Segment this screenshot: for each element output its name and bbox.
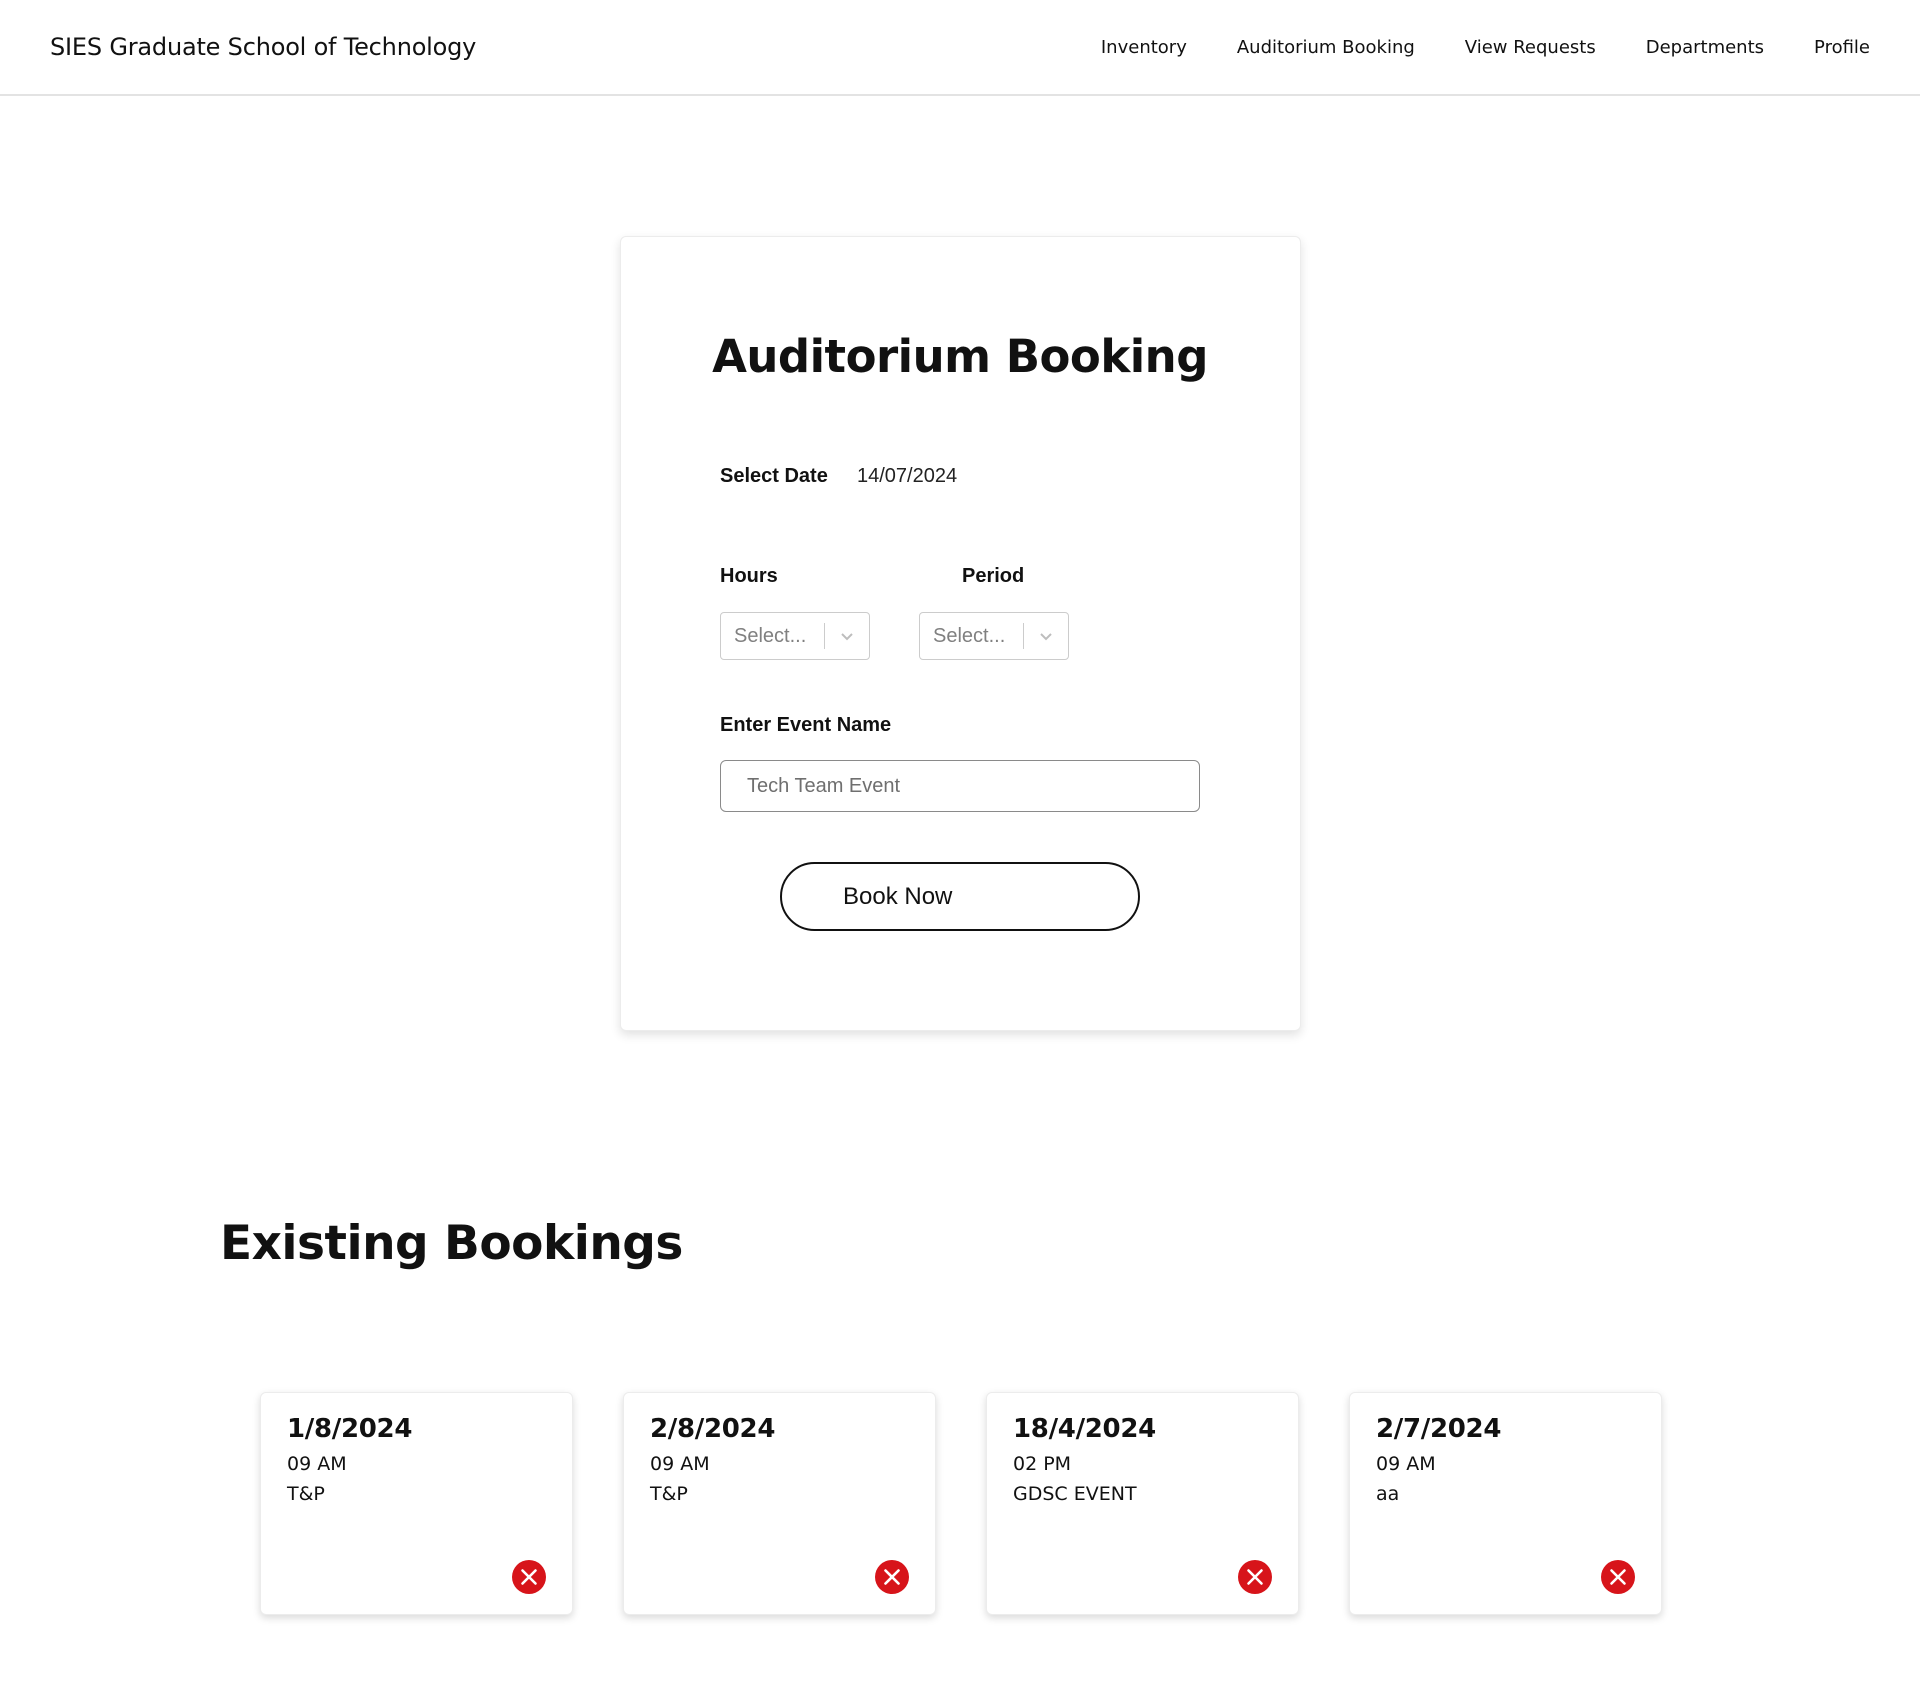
chevron-down-icon[interactable] [1024, 628, 1068, 644]
booking-time: 09 AM [650, 1453, 710, 1475]
booking-card: 2/8/2024 09 AM T&P [623, 1392, 936, 1615]
period-select-placeholder: Select... [933, 624, 1006, 647]
period-label: Period [962, 565, 1025, 587]
bookings-list: 1/8/2024 09 AM T&P 2/8/2024 09 AM T&P 18… [260, 1392, 1662, 1615]
booking-event: T&P [650, 1483, 688, 1505]
booking-date: 2/7/2024 [1376, 1414, 1502, 1444]
existing-bookings-title: Existing Bookings [220, 1216, 683, 1271]
nav-links: Inventory Auditorium Booking View Reques… [1051, 37, 1870, 58]
book-now-button[interactable]: Book Now [780, 862, 1140, 931]
nav-link-profile[interactable]: Profile [1814, 37, 1870, 58]
brand-title: SIES Graduate School of Technology [50, 33, 477, 61]
event-name-label: Enter Event Name [720, 714, 892, 736]
date-picker-value[interactable]: 14/07/2024 [857, 465, 957, 488]
booking-event: T&P [287, 1483, 325, 1505]
booking-event: aa [1376, 1483, 1400, 1505]
page: SIES Graduate School of Technology Inven… [0, 0, 1920, 1687]
booking-card: 1/8/2024 09 AM T&P [260, 1392, 573, 1615]
booking-form-title: Auditorium Booking [712, 330, 1208, 383]
select-date-label: Select Date [720, 465, 828, 487]
nav-link-departments[interactable]: Departments [1646, 37, 1764, 58]
close-circle-icon[interactable] [511, 1559, 547, 1595]
event-name-input[interactable] [720, 760, 1200, 812]
close-circle-icon[interactable] [874, 1559, 910, 1595]
booking-date: 2/8/2024 [650, 1414, 776, 1444]
booking-card: 18/4/2024 02 PM GDSC EVENT [986, 1392, 1299, 1615]
period-select[interactable]: Select... [919, 612, 1069, 660]
booking-time: 09 AM [1376, 1453, 1436, 1475]
booking-time: 09 AM [287, 1453, 347, 1475]
nav-link-auditorium-booking[interactable]: Auditorium Booking [1237, 37, 1415, 58]
chevron-down-icon[interactable] [825, 628, 869, 644]
hours-label: Hours [720, 565, 778, 587]
booking-event: GDSC EVENT [1013, 1483, 1137, 1505]
hours-select[interactable]: Select... [720, 612, 870, 660]
booking-card: 2/7/2024 09 AM aa [1349, 1392, 1662, 1615]
hours-select-placeholder: Select... [734, 624, 807, 647]
nav-link-view-requests[interactable]: View Requests [1465, 37, 1596, 58]
nav-link-inventory[interactable]: Inventory [1101, 37, 1187, 58]
booking-date: 1/8/2024 [287, 1414, 413, 1444]
booking-time: 02 PM [1013, 1453, 1072, 1475]
close-circle-icon[interactable] [1600, 1559, 1636, 1595]
top-navbar: SIES Graduate School of Technology Inven… [0, 0, 1920, 96]
close-circle-icon[interactable] [1237, 1559, 1273, 1595]
booking-date: 18/4/2024 [1013, 1414, 1156, 1444]
